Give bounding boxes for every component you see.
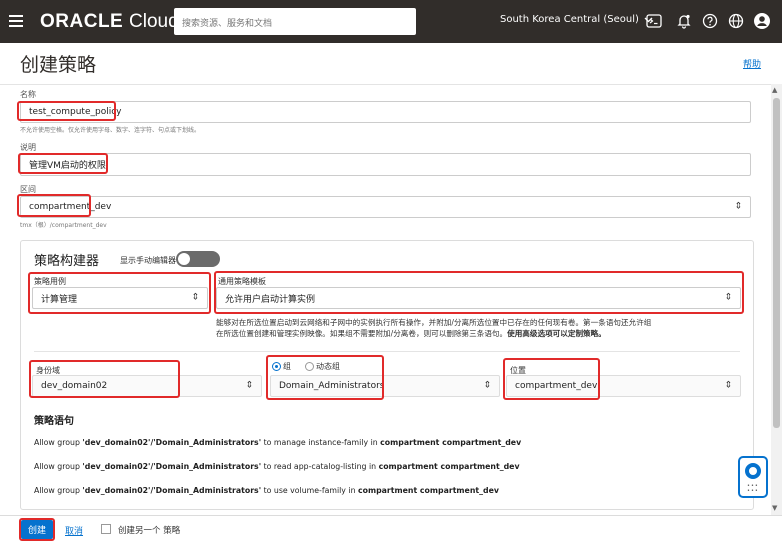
help-link[interactable]: 帮助 bbox=[743, 57, 761, 70]
statement-target: compartment compartment_dev bbox=[378, 462, 520, 471]
statement-verb: to read app-catalog-listing in bbox=[261, 462, 379, 471]
language-globe-icon[interactable] bbox=[726, 11, 746, 31]
hamburger-menu-icon[interactable] bbox=[6, 10, 28, 32]
group-select[interactable]: Domain_Administrators ⇕ bbox=[270, 375, 500, 397]
scroll-up-icon[interactable]: ▲ bbox=[772, 86, 777, 94]
statement-prefix: Allow group bbox=[34, 486, 83, 495]
template-description: 能够对在所选位置启动到云网络和子网中的实例执行所有操作，并附加/分离所选位置中已… bbox=[216, 317, 746, 339]
policy-template-select-value: 允许用户启动计算实例 bbox=[225, 294, 316, 305]
name-label: 名称 bbox=[20, 90, 36, 99]
description-input[interactable]: 管理VM启动的权限 bbox=[20, 153, 751, 176]
global-search-input[interactable]: 搜索资源、服务和文档 bbox=[174, 8, 416, 35]
group-select-value: Domain_Administrators bbox=[279, 381, 385, 391]
select-chevron-icon: ⇕ bbox=[245, 380, 253, 391]
use-case-select-value: 计算管理 bbox=[41, 294, 78, 305]
create-another-label: 创建另一个 策略 bbox=[118, 526, 181, 536]
select-chevron-icon: ⇕ bbox=[724, 380, 732, 391]
use-case-select[interactable]: 计算管理 ⇕ bbox=[32, 287, 208, 309]
policy-statement: Allow group 'dev_domain02'/'Domain_Admin… bbox=[34, 438, 521, 447]
toggle-knob bbox=[178, 253, 190, 265]
statement-prefix: Allow group bbox=[34, 462, 83, 471]
page-title: 创建策略 bbox=[20, 54, 97, 76]
manual-editor-label: 显示手动编辑器 bbox=[120, 256, 176, 265]
select-chevron-icon: ⇕ bbox=[483, 380, 491, 391]
statement-target: compartment compartment_dev bbox=[357, 486, 499, 495]
logo-product: Cloud bbox=[129, 11, 179, 32]
description-input-value: 管理VM启动的权限 bbox=[29, 161, 106, 171]
create-button[interactable]: 创建 bbox=[21, 520, 53, 539]
region-label: South Korea Central (Seoul) bbox=[500, 14, 639, 25]
dynamic-group-radio[interactable] bbox=[305, 362, 314, 371]
select-chevron-icon: ⇕ bbox=[734, 201, 742, 212]
policy-statement: Allow group 'dev_domain02'/'Domain_Admin… bbox=[34, 462, 520, 471]
location-select[interactable]: compartment_dev ⇕ bbox=[506, 375, 741, 397]
statement-target: compartment compartment_dev bbox=[380, 438, 522, 447]
manual-editor-toggle[interactable] bbox=[176, 251, 220, 267]
page-scrollbar[interactable]: ▲ ▼ bbox=[771, 84, 782, 515]
compartment-select[interactable]: compartment_dev ⇕ bbox=[20, 196, 751, 218]
template-description-line-2: 在所选位置创建和管理实例映像。如果组不需要附加/分离卷，则可以删除第三条语句。使… bbox=[216, 328, 746, 339]
name-hint: 不允许使用空格。仅允许使用字母、数字、连字符、句点或下划线。 bbox=[20, 127, 201, 134]
logo-brand: ORACLE bbox=[40, 11, 124, 32]
builder-divider bbox=[34, 351, 740, 352]
template-label: 通用策略模板 bbox=[218, 277, 266, 286]
user-profile-icon[interactable] bbox=[752, 11, 772, 31]
policy-statement: Allow group 'dev_domain02'/'Domain_Admin… bbox=[34, 486, 499, 495]
cancel-button[interactable]: 取消 bbox=[65, 524, 83, 537]
name-input[interactable]: test_compute_policy bbox=[20, 101, 751, 123]
location-select-value: compartment_dev bbox=[515, 381, 598, 391]
statement-prefix: Allow group bbox=[34, 438, 83, 447]
compartment-path: tmx（根）/compartment_dev bbox=[20, 222, 107, 229]
statement-verb: to manage instance-family in bbox=[261, 438, 381, 447]
support-lifebuoy-button[interactable]: ••• ••• bbox=[738, 456, 768, 498]
top-navigation-bar: ORACLE Cloud 搜索资源、服务和文档 South Korea Cent… bbox=[0, 0, 782, 43]
advanced-options-note: 使用高级选项可以定制策略。 bbox=[507, 329, 606, 338]
scrollbar-thumb[interactable] bbox=[773, 98, 780, 428]
use-case-label: 策略用例 bbox=[34, 277, 66, 286]
statement-verb: to use volume-family in bbox=[261, 486, 358, 495]
region-selector[interactable]: South Korea Central (Seoul) bbox=[500, 14, 653, 25]
help-question-icon[interactable] bbox=[700, 11, 720, 31]
lifebuoy-icon bbox=[745, 463, 761, 479]
compartment-select-value: compartment_dev bbox=[29, 202, 112, 212]
select-chevron-icon: ⇕ bbox=[724, 292, 732, 303]
dynamic-group-radio-label: 动态组 bbox=[316, 362, 340, 371]
template-description-line-1: 能够对在所选位置启动到云网络和子网中的实例执行所有操作，并附加/分离所选位置中已… bbox=[216, 318, 652, 327]
statement-group: 'dev_domain02'/'Domain_Administrators' bbox=[82, 462, 262, 471]
compartment-label: 区间 bbox=[20, 185, 36, 194]
policy-template-select[interactable]: 允许用户启动计算实例 ⇕ bbox=[216, 287, 741, 309]
header-divider bbox=[0, 84, 771, 85]
identity-domain-select-value: dev_domain02 bbox=[41, 381, 108, 391]
grid-dots-icon: ••• ••• bbox=[747, 483, 759, 494]
description-label: 说明 bbox=[20, 143, 36, 152]
policy-builder-title: 策略构建器 bbox=[34, 254, 100, 269]
group-radio[interactable] bbox=[272, 362, 281, 371]
create-another-checkbox[interactable] bbox=[101, 524, 111, 534]
template-description-text: 在所选位置创建和管理实例映像。如果组不需要附加/分离卷，则可以删除第三条语句。 bbox=[216, 329, 508, 338]
group-radio-label: 组 bbox=[283, 362, 291, 371]
select-chevron-icon: ⇕ bbox=[191, 292, 199, 303]
scroll-down-icon[interactable]: ▼ bbox=[772, 504, 777, 512]
oracle-cloud-logo[interactable]: ORACLE Cloud bbox=[40, 11, 179, 33]
policy-statements-heading: 策略语句 bbox=[34, 416, 74, 427]
cloud-shell-icon[interactable] bbox=[644, 11, 664, 31]
identity-domain-select[interactable]: dev_domain02 ⇕ bbox=[32, 375, 262, 397]
statement-group: 'dev_domain02'/'Domain_Administrators' bbox=[82, 486, 262, 495]
name-input-value: test_compute_policy bbox=[29, 107, 122, 117]
statement-group: 'dev_domain02'/'Domain_Administrators' bbox=[82, 438, 262, 447]
notification-bell-icon[interactable] bbox=[674, 11, 694, 31]
